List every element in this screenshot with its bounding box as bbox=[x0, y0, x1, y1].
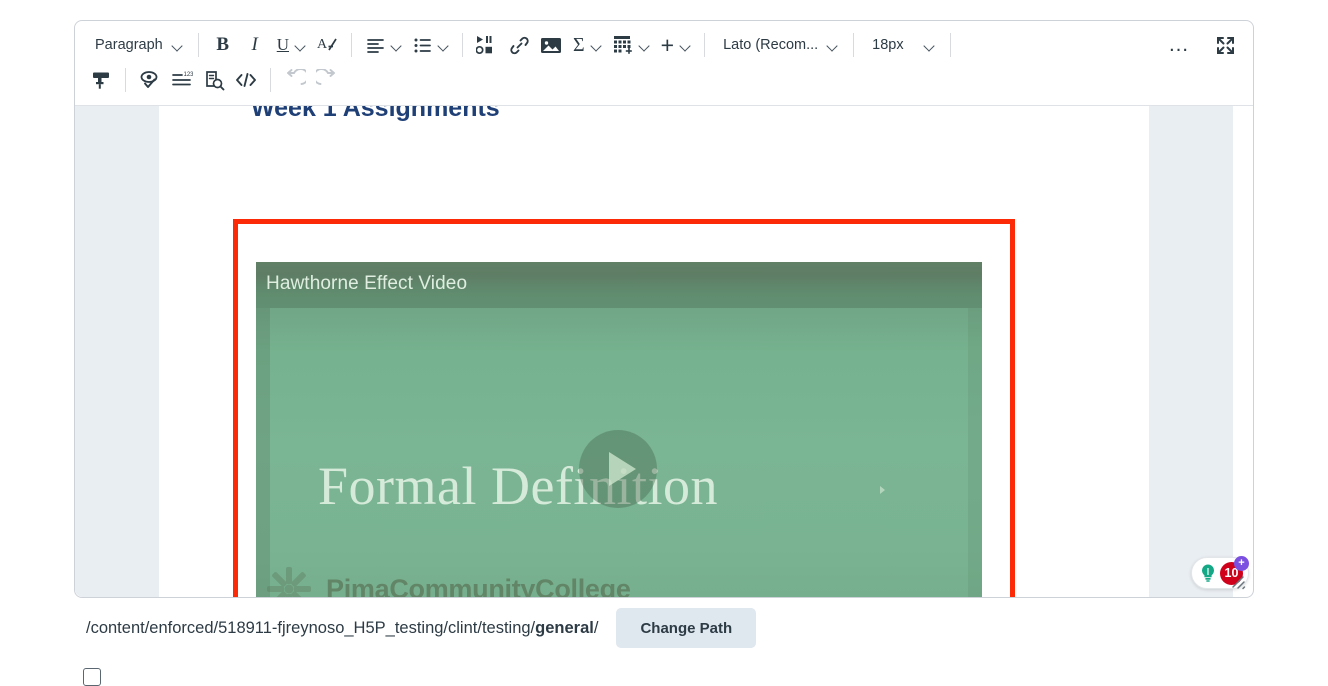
editor-resize-handle[interactable] bbox=[1229, 573, 1247, 591]
video-slide-title: Formal Definition bbox=[318, 456, 718, 516]
editor-content-area[interactable]: Week 1 Assignments Hawthorne Effect Vide… bbox=[75, 105, 1253, 597]
line-numbering-button[interactable]: 123 bbox=[166, 64, 198, 96]
chevron-down-icon bbox=[925, 42, 936, 49]
format-painter-button[interactable] bbox=[85, 64, 117, 96]
text-style-icon: A bbox=[316, 34, 338, 56]
video-branding: PimaCommunityCollege bbox=[264, 564, 631, 597]
table-icon bbox=[613, 35, 633, 55]
format-painter-icon bbox=[91, 70, 112, 91]
html-source-button[interactable] bbox=[230, 64, 262, 96]
video-side-panel-left bbox=[256, 308, 270, 597]
bullet-list-icon bbox=[413, 36, 432, 55]
toolbar-row-primary: Paragraph B I U A Σ + Lato (Recom... 18p… bbox=[85, 27, 1243, 63]
italic-button[interactable]: I bbox=[239, 29, 271, 61]
list-button[interactable] bbox=[407, 29, 454, 61]
file-path-suffix: / bbox=[593, 618, 599, 637]
underline-button[interactable]: U bbox=[271, 29, 311, 61]
toolbar-row-secondary: 123 bbox=[85, 63, 1243, 97]
play-icon bbox=[608, 452, 636, 486]
page-margin-right bbox=[1149, 106, 1233, 597]
chevron-down-icon bbox=[296, 42, 307, 49]
undo-button[interactable] bbox=[279, 64, 311, 96]
chevron-down-icon bbox=[439, 42, 450, 49]
toolbar-divider bbox=[125, 68, 126, 92]
word-count-button[interactable] bbox=[198, 64, 230, 96]
chevron-down-icon bbox=[592, 42, 603, 49]
redo-icon bbox=[316, 69, 338, 91]
svg-text:123: 123 bbox=[184, 72, 194, 78]
chevron-down-icon bbox=[640, 42, 651, 49]
font-family-select[interactable]: Lato (Recom... bbox=[713, 29, 845, 61]
video-play-button[interactable] bbox=[579, 430, 657, 508]
rich-text-editor-panel: Paragraph B I U A Σ + Lato (Recom... 18p… bbox=[74, 20, 1254, 598]
toolbar-divider bbox=[270, 68, 271, 92]
file-path-prefix: /content/enforced/518911-fjreynoso_H5P_t… bbox=[86, 618, 536, 637]
equation-icon: Σ bbox=[573, 33, 585, 56]
chevron-down-icon bbox=[681, 42, 692, 49]
editor-toolbar: Paragraph B I U A Σ + Lato (Recom... 18p… bbox=[75, 21, 1253, 101]
change-path-button[interactable]: Change Path bbox=[616, 608, 757, 648]
document-heading: Week 1 Assignments bbox=[251, 105, 500, 122]
align-button[interactable] bbox=[360, 29, 407, 61]
chevron-down-icon bbox=[173, 42, 184, 49]
font-size-select[interactable]: 18px bbox=[862, 29, 942, 61]
brand-name: PimaCommunityCollege bbox=[326, 573, 631, 598]
accessibility-checker-button[interactable] bbox=[134, 64, 166, 96]
undo-icon bbox=[284, 69, 306, 91]
insert-table-button[interactable] bbox=[607, 29, 655, 61]
below-fold-checkbox[interactable] bbox=[83, 668, 101, 686]
chevron-down-icon bbox=[828, 42, 839, 49]
fullscreen-editor-button[interactable] bbox=[1209, 29, 1241, 61]
bold-icon: B bbox=[216, 34, 230, 55]
page-margin-left bbox=[75, 106, 159, 597]
video-cursor-marker bbox=[880, 486, 885, 494]
italic-icon: I bbox=[251, 34, 258, 55]
redo-button[interactable] bbox=[311, 64, 343, 96]
line-numbering-icon: 123 bbox=[171, 70, 193, 90]
premium-plus-badge: + bbox=[1234, 555, 1249, 571]
image-icon bbox=[540, 36, 562, 55]
toolbar-divider bbox=[853, 33, 855, 57]
chevron-down-icon bbox=[392, 42, 403, 49]
video-side-panel-right bbox=[968, 308, 982, 597]
lightbulb-icon bbox=[1197, 563, 1218, 584]
file-path-row: /content/enforced/518911-fjreynoso_H5P_t… bbox=[0, 608, 1328, 648]
accessibility-check-icon bbox=[140, 70, 161, 91]
link-icon bbox=[509, 35, 530, 56]
selected-embed-outline[interactable]: Hawthorne Effect Video Formal Definition bbox=[233, 219, 1015, 597]
media-icon bbox=[476, 35, 498, 56]
video-title: Hawthorne Effect Video bbox=[266, 273, 468, 294]
font-family-label: Lato (Recom... bbox=[723, 37, 819, 53]
text-style-button[interactable]: A bbox=[311, 29, 343, 61]
toolbar-divider bbox=[197, 33, 199, 57]
underline-icon: U bbox=[276, 35, 289, 54]
paragraph-style-label: Paragraph bbox=[95, 37, 163, 53]
ellipsis-icon: … bbox=[1168, 33, 1190, 56]
plus-icon: + bbox=[660, 31, 675, 58]
pima-logo-icon bbox=[264, 564, 314, 597]
bold-button[interactable]: B bbox=[207, 29, 239, 61]
more-options-button[interactable]: … bbox=[1163, 29, 1195, 61]
expand-icon bbox=[1215, 35, 1236, 56]
insert-link-button[interactable] bbox=[503, 29, 535, 61]
toolbar-divider bbox=[351, 33, 352, 57]
insert-stuff-button[interactable]: + bbox=[655, 29, 696, 61]
font-size-label: 18px bbox=[872, 37, 904, 53]
svg-text:A: A bbox=[317, 37, 328, 52]
file-path-current-folder: general bbox=[535, 618, 594, 637]
toolbar-divider bbox=[950, 33, 952, 57]
word-count-icon bbox=[204, 70, 225, 91]
panopto-video-embed[interactable]: Hawthorne Effect Video Formal Definition bbox=[256, 262, 982, 597]
toolbar-divider bbox=[462, 33, 463, 57]
paragraph-style-select[interactable]: Paragraph bbox=[85, 29, 190, 61]
insert-image-button[interactable] bbox=[535, 29, 567, 61]
html-source-icon bbox=[235, 71, 257, 89]
insert-media-button[interactable] bbox=[471, 29, 503, 61]
file-path-display: /content/enforced/518911-fjreynoso_H5P_t… bbox=[86, 619, 598, 638]
insert-equation-button[interactable]: Σ bbox=[567, 29, 607, 61]
toolbar-divider bbox=[704, 33, 706, 57]
align-left-icon bbox=[366, 36, 385, 55]
